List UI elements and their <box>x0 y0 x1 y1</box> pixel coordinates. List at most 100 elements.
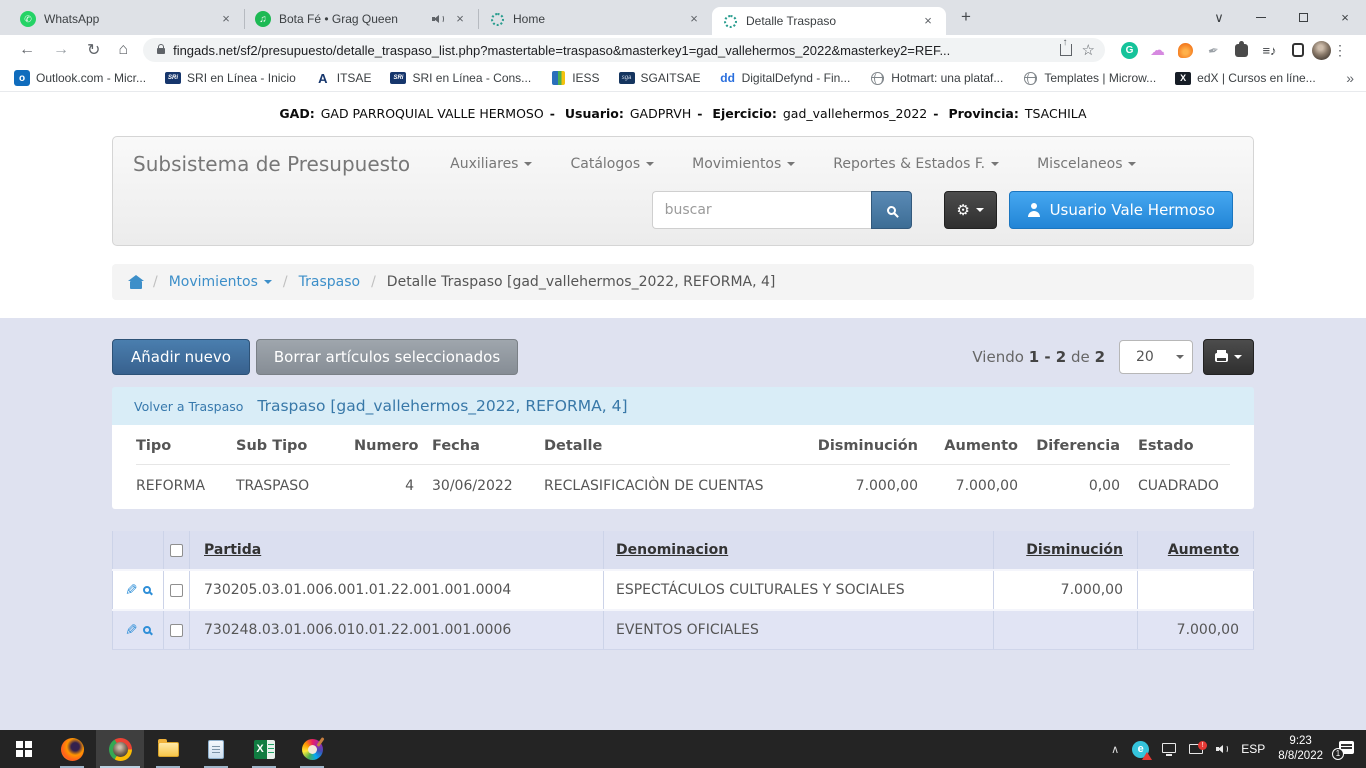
row-checkbox[interactable] <box>170 584 183 597</box>
tab-search-icon[interactable]: ∨ <box>1198 0 1240 35</box>
printer-icon <box>1215 353 1228 362</box>
col-disminucion: Disminución <box>788 438 918 454</box>
back-to-traspaso-link[interactable]: Volver a Traspaso <box>134 399 243 414</box>
cell-partida: 730248.03.01.006.010.01.22.001.001.0006 <box>190 611 604 649</box>
user-button[interactable]: Usuario Vale Hermoso <box>1009 191 1233 229</box>
tab-detalle-traspaso[interactable]: Detalle Traspaso × <box>712 7 946 35</box>
bookmark-label: Outlook.com - Micr... <box>36 71 146 85</box>
orange-extension-icon[interactable] <box>1177 42 1194 59</box>
view-magnifier-icon[interactable] <box>143 626 151 634</box>
bookmark-edx[interactable]: X edX | Cursos en líne... <box>1175 71 1316 85</box>
tab-spotify[interactable]: ♫ Bota Fé • Grag Queen × <box>244 9 478 29</box>
puzzle-extension-icon[interactable] <box>1233 42 1250 59</box>
minimize-button[interactable] <box>1240 0 1282 35</box>
taskbar-file-explorer[interactable] <box>144 730 192 768</box>
edit-icon[interactable]: ✎ <box>125 623 138 638</box>
chevron-down-icon <box>991 162 999 166</box>
tray-expand-icon[interactable]: ∧ <box>1111 743 1119 756</box>
taskbar-excel[interactable]: X <box>240 730 288 768</box>
forward-icon[interactable]: → <box>53 41 69 59</box>
breadcrumb-movimientos[interactable]: Movimientos <box>169 274 272 290</box>
app-navbar: Subsistema de Presupuesto Auxiliares Cat… <box>112 136 1254 246</box>
taskbar-notepad[interactable] <box>192 730 240 768</box>
profile-avatar[interactable] <box>1312 41 1331 60</box>
search-button[interactable] <box>871 191 912 229</box>
col-partida[interactable]: Partida <box>190 531 604 569</box>
cell-fecha: 30/06/2022 <box>414 478 544 494</box>
settings-dropdown-button[interactable]: ⚙ <box>944 191 997 229</box>
bookmark-sri-consultas[interactable]: SRi SRI en Línea - Cons... <box>390 71 531 85</box>
delete-selected-button[interactable]: Borrar artículos seleccionados <box>256 339 518 375</box>
cloud-extension-icon[interactable]: ☁ <box>1149 42 1166 59</box>
select-all-checkbox[interactable] <box>170 544 183 557</box>
view-magnifier-icon[interactable] <box>143 586 151 594</box>
close-tab-icon[interactable]: × <box>218 11 234 27</box>
share-icon[interactable] <box>1060 44 1072 56</box>
col-disminucion[interactable]: Disminución <box>994 531 1138 569</box>
close-tab-icon[interactable]: × <box>920 13 936 29</box>
cell-aumento: 7.000,00 <box>918 478 1018 494</box>
row-actions-cell: ✎ <box>112 571 164 609</box>
bookmark-digitaldefynd[interactable]: dd DigitalDefynd - Fin... <box>720 70 851 86</box>
volume-icon[interactable] <box>1216 744 1228 754</box>
notification-center[interactable]: 1 <box>1336 741 1354 757</box>
music-queue-extension-icon[interactable]: ≡♪ <box>1261 42 1278 59</box>
menu-movimientos[interactable]: Movimientos <box>692 156 795 172</box>
breadcrumb-traspaso[interactable]: Traspaso <box>299 274 360 290</box>
menu-reportes[interactable]: Reportes & Estados F. <box>833 156 999 172</box>
row-checkbox[interactable] <box>170 624 183 637</box>
spotify-icon: ♫ <box>255 11 271 27</box>
audio-playing-icon[interactable] <box>432 14 444 24</box>
start-button[interactable] <box>0 730 48 768</box>
bookmark-templates[interactable]: Templates | Microw... <box>1022 70 1156 86</box>
menu-auxiliares[interactable]: Auxiliares <box>450 156 532 172</box>
taskbar-firefox[interactable] <box>48 730 96 768</box>
tab-whatsapp[interactable]: ✆ WhatsApp × <box>10 9 244 29</box>
antivirus-tray-icon[interactable]: e <box>1132 741 1149 758</box>
language-indicator[interactable]: ESP <box>1241 742 1265 756</box>
iess-icon <box>550 70 566 86</box>
home-icon[interactable] <box>130 281 142 289</box>
bookmark-sri-inicio[interactable]: SRi SRI en Línea - Inicio <box>165 71 296 85</box>
bookmark-star-icon[interactable]: ☆ <box>1082 41 1095 59</box>
taskbar-clock[interactable]: 9:23 8/8/2022 <box>1278 734 1323 764</box>
close-window-button[interactable]: × <box>1324 0 1366 35</box>
close-tab-icon[interactable]: × <box>686 11 702 27</box>
menu-catalogos[interactable]: Catálogos <box>570 156 654 172</box>
grammarly-extension-icon[interactable]: G <box>1121 42 1138 59</box>
page-size-select[interactable]: 20 <box>1119 340 1193 374</box>
tab-home[interactable]: Home × <box>478 9 712 29</box>
browser-tabstrip: ✆ WhatsApp × ♫ Bota Fé • Grag Queen × Ho… <box>0 0 1366 35</box>
back-icon[interactable]: ← <box>19 41 35 59</box>
maximize-button[interactable] <box>1282 0 1324 35</box>
menu-miscelaneos[interactable]: Miscelaneos <box>1037 156 1136 172</box>
browser-menu-icon[interactable]: ⋮ <box>1333 42 1347 59</box>
master-title: Traspaso [gad_vallehermos_2022, REFORMA,… <box>257 397 627 415</box>
reload-icon[interactable]: ↻ <box>87 40 100 60</box>
network-icon[interactable] <box>1162 743 1176 753</box>
url-bar[interactable]: fingads.net/sf2/presupuesto/detalle_tras… <box>143 38 1105 62</box>
print-dropdown-button[interactable] <box>1203 339 1254 375</box>
close-tab-icon[interactable]: × <box>452 11 468 27</box>
bookmark-hotmart[interactable]: Hotmart: una plataf... <box>869 70 1003 86</box>
bookmarks-overflow-icon[interactable]: » <box>1346 70 1354 86</box>
lock-icon[interactable] <box>157 48 165 54</box>
taskbar-chrome[interactable] <box>96 730 144 768</box>
new-tab-button[interactable]: + <box>952 3 980 31</box>
url-text[interactable]: fingads.net/sf2/presupuesto/detalle_tras… <box>173 43 1051 58</box>
edit-icon[interactable]: ✎ <box>125 583 138 598</box>
bookmark-sgaitsae[interactable]: sga SGAITSAE <box>619 71 701 85</box>
bookmark-outlook[interactable]: o Outlook.com - Micr... <box>14 70 146 86</box>
dark-reader-extension-icon[interactable] <box>1289 42 1306 59</box>
feather-extension-icon[interactable]: ✒ <box>1203 40 1224 61</box>
search-input[interactable] <box>652 191 871 229</box>
bookmark-iess[interactable]: IESS <box>550 70 599 86</box>
taskbar-paint[interactable] <box>288 730 336 768</box>
add-new-button[interactable]: Añadir nuevo <box>112 339 250 375</box>
cell-disminucion <box>994 611 1138 649</box>
display-alert-icon[interactable]: ! <box>1189 744 1203 754</box>
browser-home-icon[interactable]: ⌂ <box>118 41 128 59</box>
col-aumento[interactable]: Aumento <box>1138 531 1254 569</box>
col-denominacion[interactable]: Denominacion <box>604 531 994 569</box>
bookmark-itsae[interactable]: A ITSAE <box>315 70 372 86</box>
